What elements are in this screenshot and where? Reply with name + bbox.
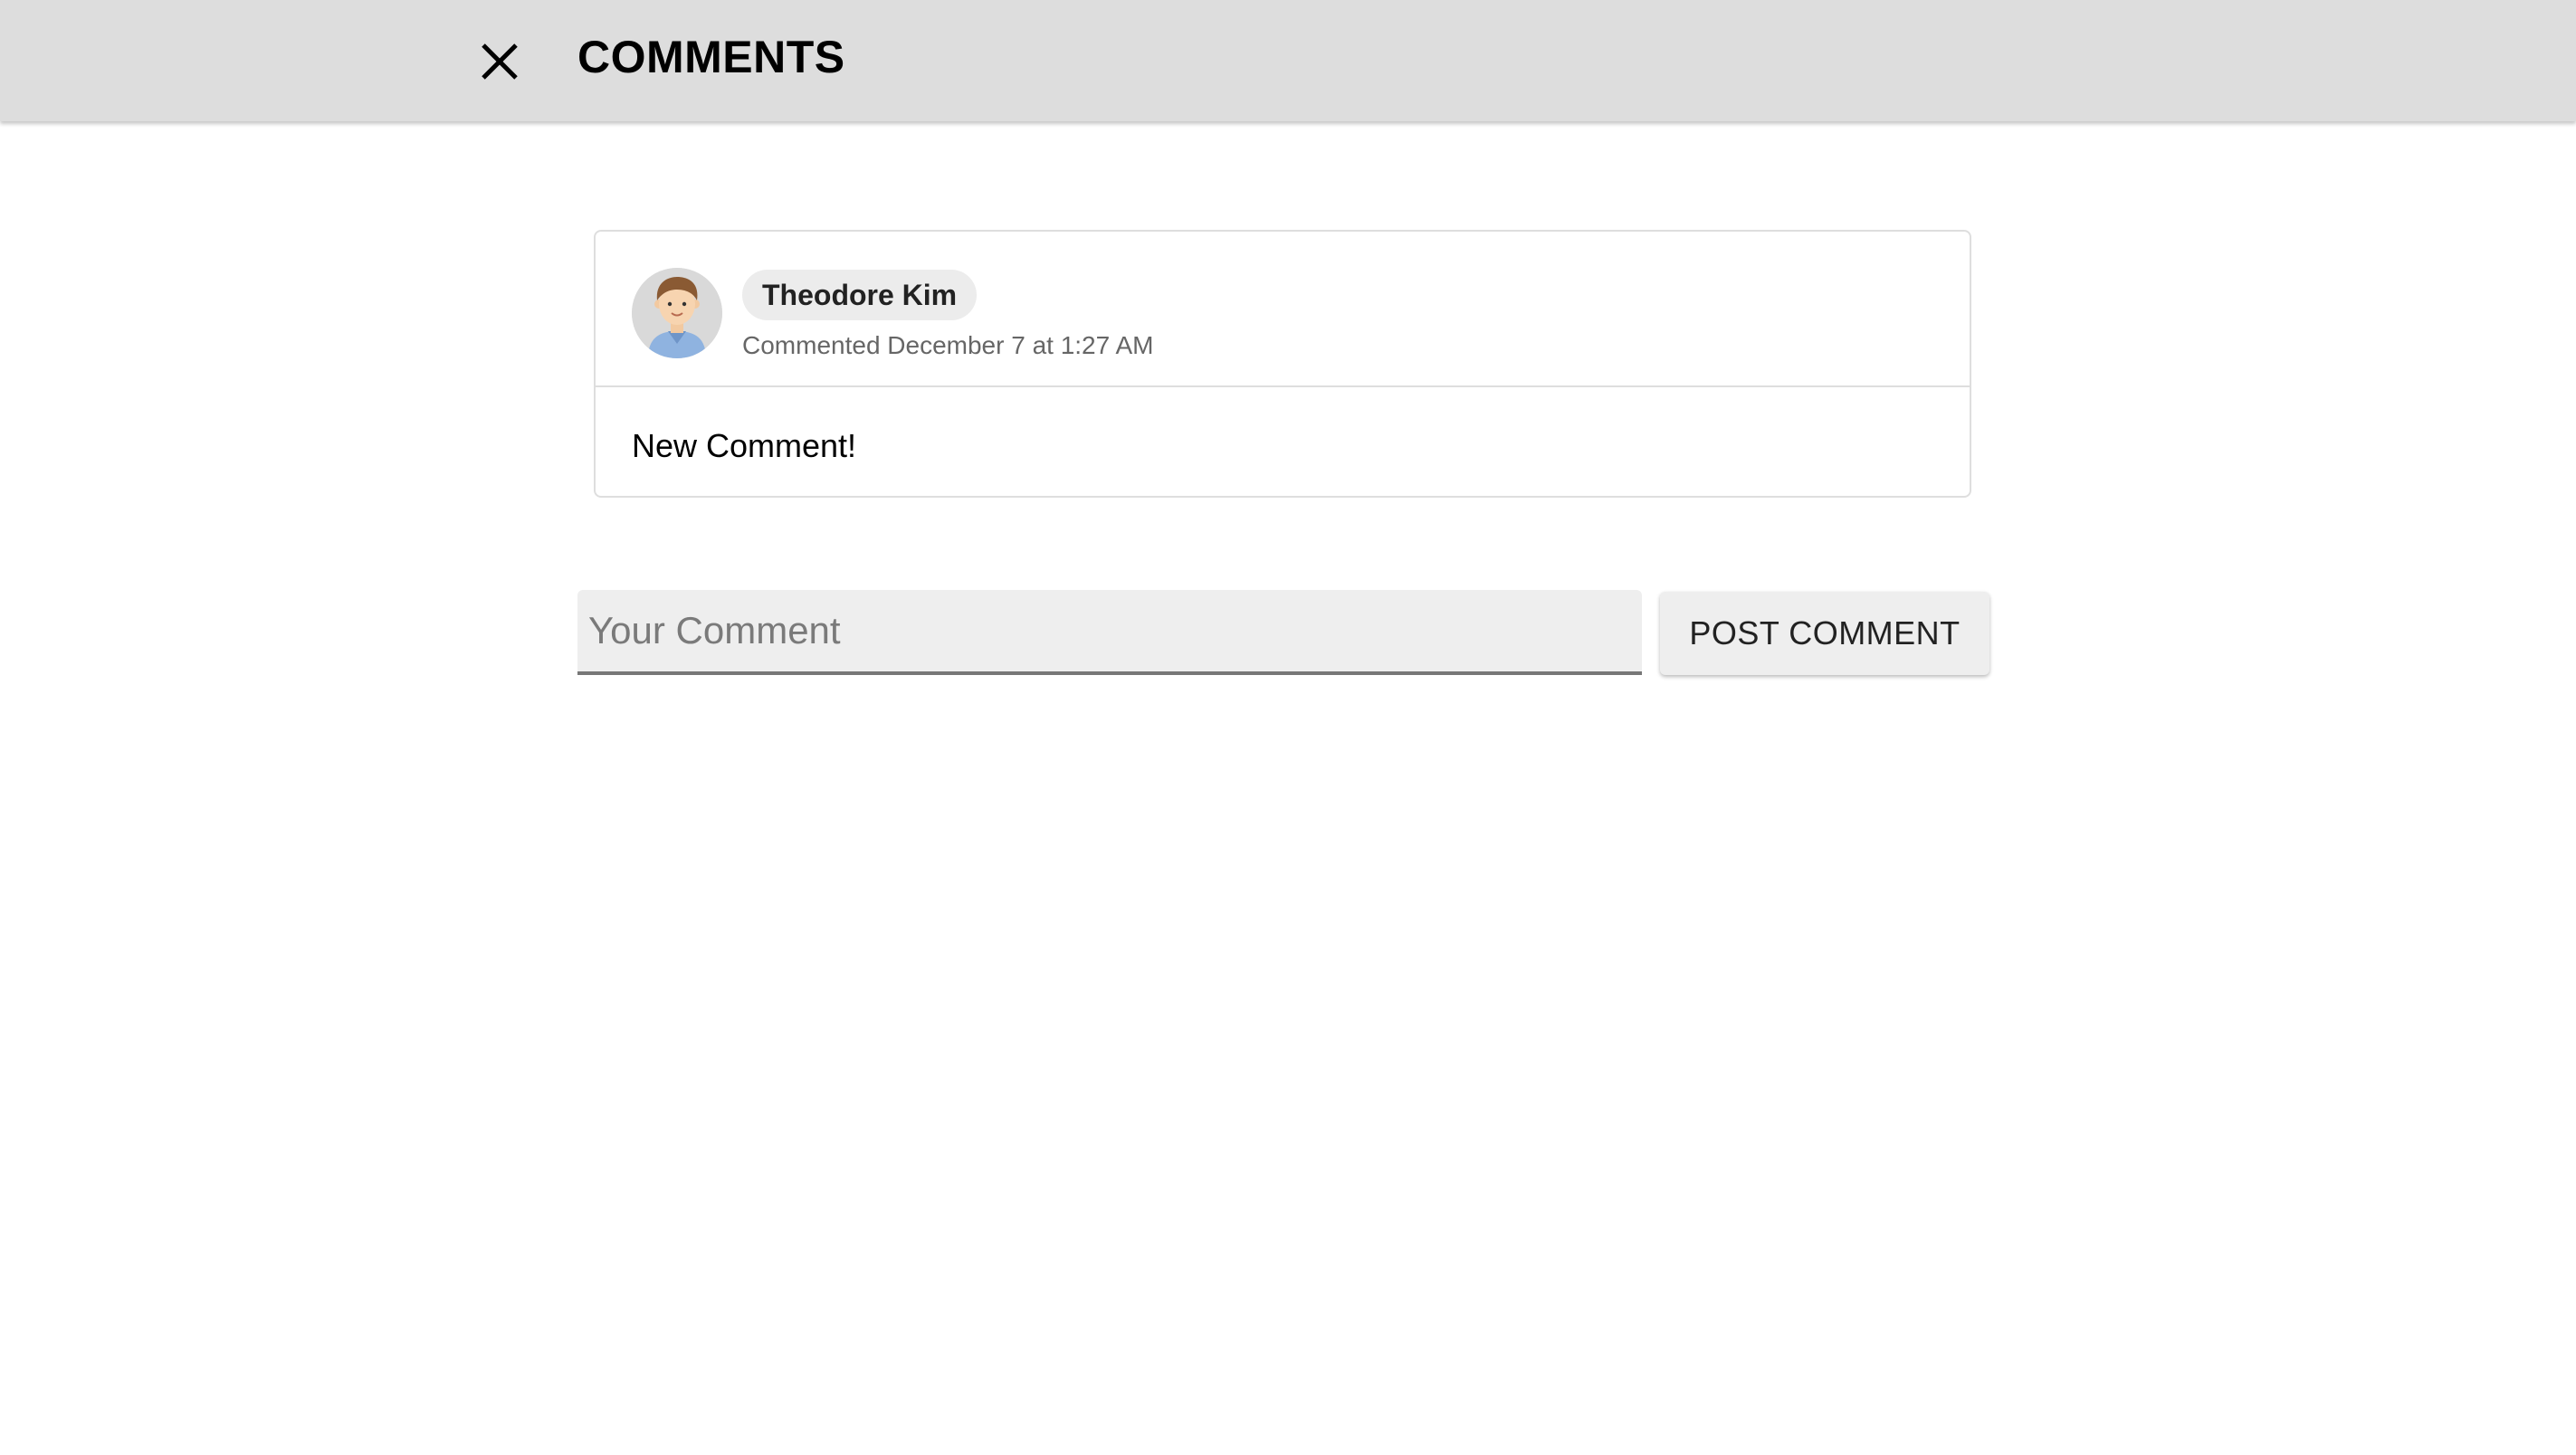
author-chip[interactable]: Theodore Kim (742, 270, 978, 320)
comment-card: Theodore Kim Commented December 7 at 1:2… (594, 230, 1971, 498)
post-comment-button[interactable]: POST COMMENT (1660, 592, 1989, 675)
boy-avatar-icon (632, 268, 722, 358)
avatar (632, 268, 722, 358)
comment-header: Theodore Kim Commented December 7 at 1:2… (596, 232, 1970, 387)
comment-input[interactable] (577, 590, 1642, 675)
comment-timestamp: Commented December 7 at 1:27 AM (742, 331, 1154, 359)
comments-header: COMMENTS (0, 0, 2576, 121)
close-icon (482, 43, 518, 80)
page-title: COMMENTS (577, 32, 845, 82)
close-button[interactable] (463, 25, 536, 98)
comment-text: New Comment! (632, 427, 857, 464)
